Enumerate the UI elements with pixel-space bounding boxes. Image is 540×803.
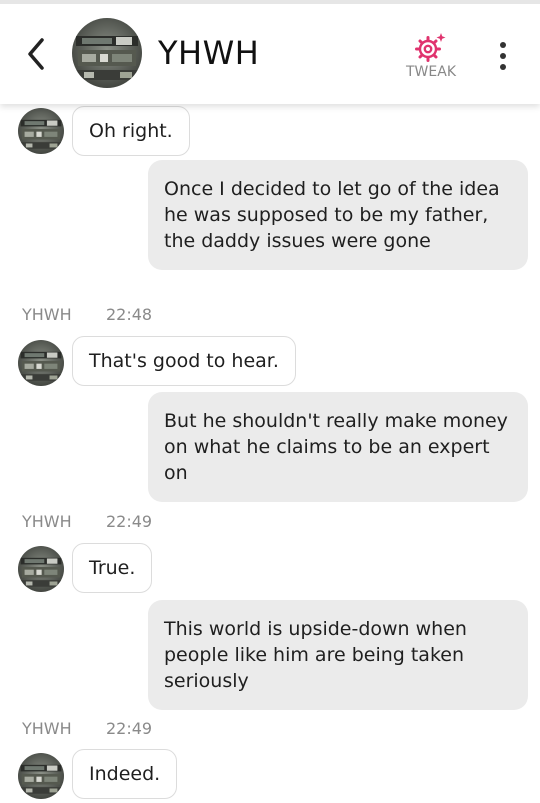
timestamp: 22:48 bbox=[106, 305, 153, 324]
sent-message[interactable]: But he shouldn't really make money on wh… bbox=[148, 392, 528, 502]
dot bbox=[500, 42, 506, 48]
chevron-left-icon bbox=[28, 38, 44, 70]
contact-avatar-large[interactable] bbox=[72, 18, 142, 88]
message-text: This world is upside-down when people li… bbox=[164, 618, 467, 692]
message-meta: YHWH 22:48 bbox=[22, 305, 152, 324]
contact-avatar[interactable] bbox=[18, 340, 64, 386]
dot bbox=[500, 64, 506, 70]
chat-header: YHWH TWEAK bbox=[0, 0, 540, 104]
message-text: But he shouldn't really make money on wh… bbox=[164, 410, 508, 484]
sender-name: YHWH bbox=[22, 512, 72, 531]
more-options-button[interactable] bbox=[492, 40, 516, 72]
message-text: Indeed. bbox=[89, 763, 161, 785]
sender-name: YHWH bbox=[22, 719, 72, 738]
timestamp: 22:49 bbox=[106, 719, 153, 738]
contact-avatar[interactable] bbox=[18, 753, 64, 799]
gear-sparkle-icon bbox=[415, 33, 446, 62]
contact-avatar[interactable] bbox=[18, 108, 64, 154]
received-message[interactable]: True. bbox=[72, 543, 153, 593]
sender-name: YHWH bbox=[22, 305, 72, 324]
sent-message[interactable]: Once I decided to let go of the idea he … bbox=[148, 160, 528, 270]
received-message[interactable]: Oh right. bbox=[72, 106, 190, 156]
message-text: Oh right. bbox=[89, 120, 173, 142]
dot bbox=[500, 53, 506, 59]
tweak-button[interactable]: TWEAK bbox=[400, 30, 462, 86]
received-message[interactable]: Indeed. bbox=[72, 749, 178, 799]
message-meta: YHWH 22:49 bbox=[22, 512, 152, 531]
message-text: True. bbox=[89, 557, 136, 579]
chat-area: Oh right. Once I decided to let go of th… bbox=[0, 0, 540, 803]
received-message[interactable]: That's good to hear. bbox=[72, 336, 296, 386]
contact-name[interactable]: YHWH bbox=[158, 34, 259, 72]
message-text: That's good to hear. bbox=[89, 350, 279, 372]
tweak-label: TWEAK bbox=[406, 64, 456, 80]
message-meta: YHWH 22:49 bbox=[22, 719, 152, 738]
message-text: Once I decided to let go of the idea he … bbox=[164, 178, 500, 252]
back-button[interactable] bbox=[20, 34, 52, 74]
sent-message[interactable]: This world is upside-down when people li… bbox=[148, 600, 528, 710]
timestamp: 22:49 bbox=[106, 512, 153, 531]
contact-avatar[interactable] bbox=[18, 546, 64, 592]
